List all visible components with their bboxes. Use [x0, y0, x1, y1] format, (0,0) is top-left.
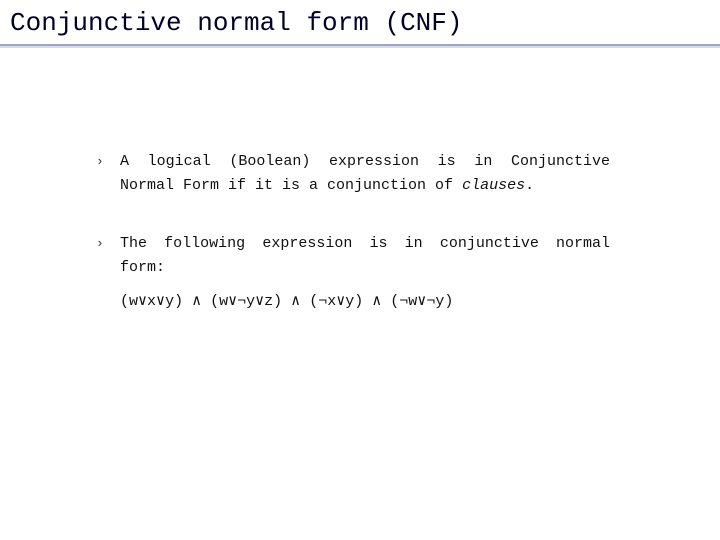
bullet-1-text-c: .: [525, 177, 534, 194]
title-rule-shadow: [0, 46, 720, 48]
slide-title: Conjunctive normal form (CNF): [0, 0, 720, 50]
bullet-glyph-icon: ›: [96, 234, 104, 255]
bullet-glyph-icon: ›: [96, 152, 104, 173]
bullet-2-text: The following expression is in conjuncti…: [120, 235, 610, 276]
slide-body: › A logical (Boolean) expression is in C…: [120, 150, 610, 348]
slide: Conjunctive normal form (CNF) › A logica…: [0, 0, 720, 540]
bullet-item-2: › The following expression is in conjunc…: [120, 232, 610, 314]
bullet-1-text-a: A logical (Boolean) expression is in Con…: [120, 153, 610, 194]
bullet-1-text-italic: clauses: [462, 177, 525, 194]
cnf-formula: (w∨x∨y) ∧ (w∨¬y∨z) ∧ (¬x∨y) ∧ (¬w∨¬y): [120, 290, 610, 314]
bullet-item-1: › A logical (Boolean) expression is in C…: [120, 150, 610, 198]
